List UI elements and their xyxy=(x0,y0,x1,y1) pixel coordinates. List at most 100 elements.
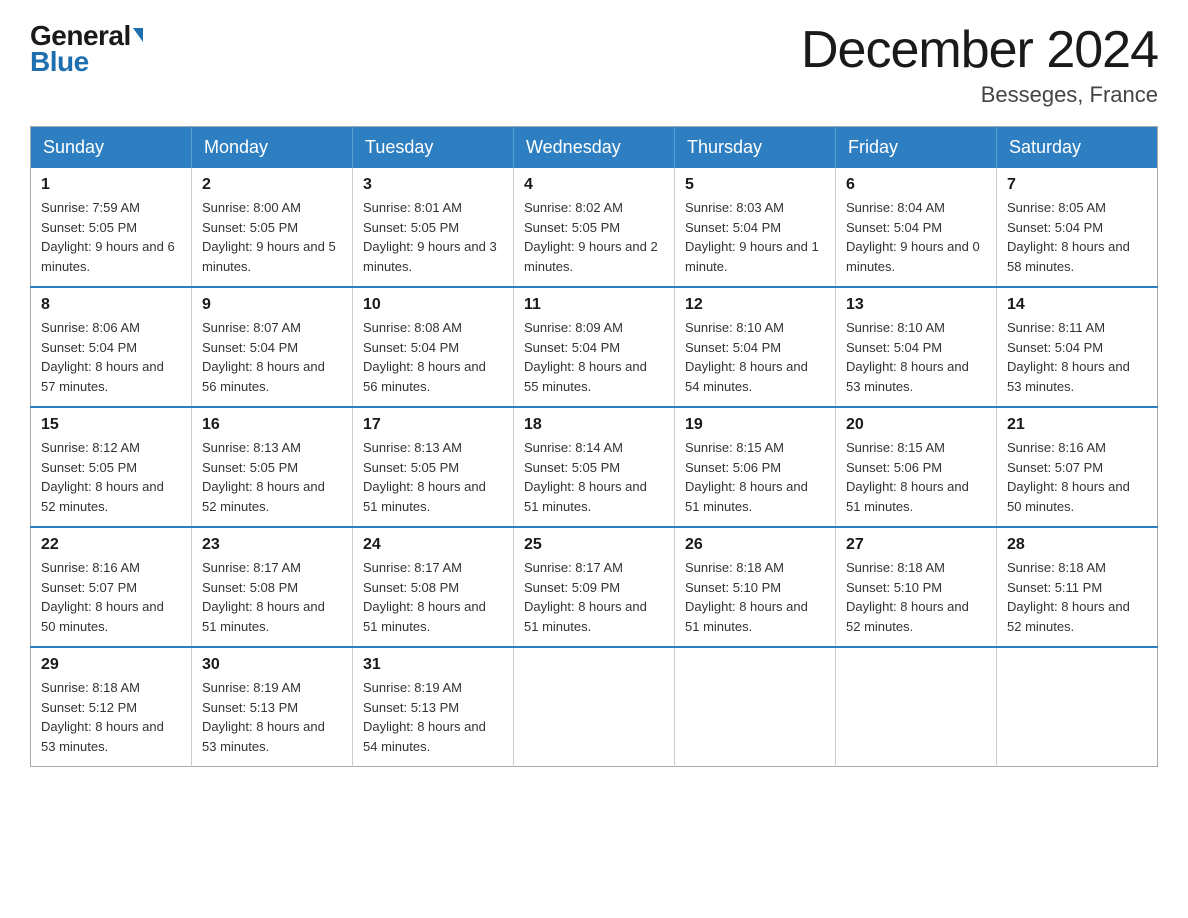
page-header: General Blue December 2024 Besseges, Fra… xyxy=(30,20,1158,108)
day-number: 13 xyxy=(846,296,986,314)
day-number: 17 xyxy=(363,416,503,434)
calendar-week-row: 22 Sunrise: 8:16 AMSunset: 5:07 PMDayligh… xyxy=(31,527,1158,647)
header-right: December 2024 Besseges, France xyxy=(801,20,1158,108)
day-info: Sunrise: 8:09 AMSunset: 5:04 PMDaylight:… xyxy=(524,318,664,396)
day-number: 26 xyxy=(685,536,825,554)
calendar-cell: 17 Sunrise: 8:13 AMSunset: 5:05 PMDayligh… xyxy=(353,407,514,527)
logo-arrow-icon xyxy=(133,28,143,42)
calendar-cell xyxy=(997,647,1158,767)
day-info: Sunrise: 8:17 AMSunset: 5:08 PMDaylight:… xyxy=(363,558,503,636)
calendar-cell xyxy=(514,647,675,767)
header-wednesday: Wednesday xyxy=(514,127,675,169)
day-number: 22 xyxy=(41,536,181,554)
calendar-cell: 21Sunrise: 8:16 AMSunset: 5:07 PMDayligh… xyxy=(997,407,1158,527)
day-info: Sunrise: 8:05 AMSunset: 5:04 PMDaylight:… xyxy=(1007,198,1147,276)
day-number: 20 xyxy=(846,416,986,434)
day-info: Sunrise: 8:18 AMSunset: 5:10 PMDaylight:… xyxy=(685,558,825,636)
day-number: 12 xyxy=(685,296,825,314)
calendar-cell: 13Sunrise: 8:10 AMSunset: 5:04 PMDayligh… xyxy=(836,287,997,407)
day-info: Sunrise: 8:06 AMSunset: 5:04 PMDaylight:… xyxy=(41,318,181,396)
calendar-cell: 27 Sunrise: 8:18 AMSunset: 5:10 PMDayligh… xyxy=(836,527,997,647)
day-number: 25 xyxy=(524,536,664,554)
day-info: Sunrise: 8:11 AMSunset: 5:04 PMDaylight:… xyxy=(1007,318,1147,396)
header-monday: Monday xyxy=(192,127,353,169)
calendar-week-row: 29 Sunrise: 8:18 AMSunset: 5:12 PMDayligh… xyxy=(31,647,1158,767)
day-number: 5 xyxy=(685,176,825,194)
day-info: Sunrise: 8:13 AMSunset: 5:05 PMDaylight:… xyxy=(363,438,503,516)
day-number: 19 xyxy=(685,416,825,434)
calendar-cell: 14Sunrise: 8:11 AMSunset: 5:04 PMDayligh… xyxy=(997,287,1158,407)
calendar-cell xyxy=(836,647,997,767)
header-saturday: Saturday xyxy=(997,127,1158,169)
calendar-cell: 5 Sunrise: 8:03 AMSunset: 5:04 PMDaylight… xyxy=(675,168,836,287)
calendar-cell: 3 Sunrise: 8:01 AMSunset: 5:05 PMDaylight… xyxy=(353,168,514,287)
day-number: 27 xyxy=(846,536,986,554)
calendar-cell: 8Sunrise: 8:06 AMSunset: 5:04 PMDaylight… xyxy=(31,287,192,407)
calendar-cell: 22 Sunrise: 8:16 AMSunset: 5:07 PMDayligh… xyxy=(31,527,192,647)
day-info: Sunrise: 8:15 AMSunset: 5:06 PMDaylight:… xyxy=(685,438,825,516)
day-number: 24 xyxy=(363,536,503,554)
calendar-cell: 20 Sunrise: 8:15 AMSunset: 5:06 PMDayligh… xyxy=(836,407,997,527)
calendar-cell: 26 Sunrise: 8:18 AMSunset: 5:10 PMDayligh… xyxy=(675,527,836,647)
calendar-cell: 29 Sunrise: 8:18 AMSunset: 5:12 PMDayligh… xyxy=(31,647,192,767)
calendar-week-row: 15 Sunrise: 8:12 AMSunset: 5:05 PMDayligh… xyxy=(31,407,1158,527)
day-number: 11 xyxy=(524,296,664,314)
calendar-cell: 30Sunrise: 8:19 AMSunset: 5:13 PMDayligh… xyxy=(192,647,353,767)
day-number: 29 xyxy=(41,656,181,674)
calendar-cell: 11 Sunrise: 8:09 AMSunset: 5:04 PMDayligh… xyxy=(514,287,675,407)
header-friday: Friday xyxy=(836,127,997,169)
day-info: Sunrise: 8:18 AMSunset: 5:10 PMDaylight:… xyxy=(846,558,986,636)
calendar-cell: 9 Sunrise: 8:07 AMSunset: 5:04 PMDaylight… xyxy=(192,287,353,407)
month-title: December 2024 xyxy=(801,20,1158,80)
day-number: 2 xyxy=(202,176,342,194)
calendar-cell: 15 Sunrise: 8:12 AMSunset: 5:05 PMDayligh… xyxy=(31,407,192,527)
day-info: Sunrise: 8:01 AMSunset: 5:05 PMDaylight:… xyxy=(363,198,503,276)
day-number: 1 xyxy=(41,176,181,194)
logo-blue-text: Blue xyxy=(30,46,89,78)
logo: General Blue xyxy=(30,20,143,78)
calendar-week-row: 8Sunrise: 8:06 AMSunset: 5:04 PMDaylight… xyxy=(31,287,1158,407)
day-info: Sunrise: 8:07 AMSunset: 5:04 PMDaylight:… xyxy=(202,318,342,396)
day-info: Sunrise: 8:18 AMSunset: 5:11 PMDaylight:… xyxy=(1007,558,1147,636)
calendar-cell: 6 Sunrise: 8:04 AMSunset: 5:04 PMDaylight… xyxy=(836,168,997,287)
calendar-cell: 23Sunrise: 8:17 AMSunset: 5:08 PMDayligh… xyxy=(192,527,353,647)
day-number: 28 xyxy=(1007,536,1147,554)
calendar-cell: 16Sunrise: 8:13 AMSunset: 5:05 PMDayligh… xyxy=(192,407,353,527)
day-info: Sunrise: 8:18 AMSunset: 5:12 PMDaylight:… xyxy=(41,678,181,756)
day-info: Sunrise: 8:03 AMSunset: 5:04 PMDaylight:… xyxy=(685,198,825,276)
day-info: Sunrise: 8:15 AMSunset: 5:06 PMDaylight:… xyxy=(846,438,986,516)
calendar-cell: 24 Sunrise: 8:17 AMSunset: 5:08 PMDayligh… xyxy=(353,527,514,647)
day-info: Sunrise: 8:19 AMSunset: 5:13 PMDaylight:… xyxy=(363,678,503,756)
header-tuesday: Tuesday xyxy=(353,127,514,169)
calendar-header-row: SundayMondayTuesdayWednesdayThursdayFrid… xyxy=(31,127,1158,169)
day-number: 23 xyxy=(202,536,342,554)
day-number: 6 xyxy=(846,176,986,194)
calendar-cell: 10 Sunrise: 8:08 AMSunset: 5:04 PMDayligh… xyxy=(353,287,514,407)
day-info: Sunrise: 8:14 AMSunset: 5:05 PMDaylight:… xyxy=(524,438,664,516)
day-info: Sunrise: 8:12 AMSunset: 5:05 PMDaylight:… xyxy=(41,438,181,516)
day-info: Sunrise: 8:19 AMSunset: 5:13 PMDaylight:… xyxy=(202,678,342,756)
day-number: 4 xyxy=(524,176,664,194)
location-label: Besseges, France xyxy=(801,82,1158,108)
day-number: 7 xyxy=(1007,176,1147,194)
calendar-cell: 19 Sunrise: 8:15 AMSunset: 5:06 PMDayligh… xyxy=(675,407,836,527)
calendar-cell: 25 Sunrise: 8:17 AMSunset: 5:09 PMDayligh… xyxy=(514,527,675,647)
day-info: Sunrise: 8:17 AMSunset: 5:09 PMDaylight:… xyxy=(524,558,664,636)
day-info: Sunrise: 7:59 AMSunset: 5:05 PMDaylight:… xyxy=(41,198,181,276)
calendar-cell: 31 Sunrise: 8:19 AMSunset: 5:13 PMDayligh… xyxy=(353,647,514,767)
day-info: Sunrise: 8:08 AMSunset: 5:04 PMDaylight:… xyxy=(363,318,503,396)
day-info: Sunrise: 8:16 AMSunset: 5:07 PMDaylight:… xyxy=(1007,438,1147,516)
day-info: Sunrise: 8:04 AMSunset: 5:04 PMDaylight:… xyxy=(846,198,986,276)
day-number: 15 xyxy=(41,416,181,434)
day-number: 9 xyxy=(202,296,342,314)
day-info: Sunrise: 8:16 AMSunset: 5:07 PMDaylight:… xyxy=(41,558,181,636)
calendar-cell: 1 Sunrise: 7:59 AMSunset: 5:05 PMDaylight… xyxy=(31,168,192,287)
day-number: 31 xyxy=(363,656,503,674)
day-number: 3 xyxy=(363,176,503,194)
day-number: 18 xyxy=(524,416,664,434)
day-number: 16 xyxy=(202,416,342,434)
day-info: Sunrise: 8:00 AMSunset: 5:05 PMDaylight:… xyxy=(202,198,342,276)
day-number: 10 xyxy=(363,296,503,314)
calendar-cell: 28 Sunrise: 8:18 AMSunset: 5:11 PMDayligh… xyxy=(997,527,1158,647)
calendar-cell: 7 Sunrise: 8:05 AMSunset: 5:04 PMDaylight… xyxy=(997,168,1158,287)
